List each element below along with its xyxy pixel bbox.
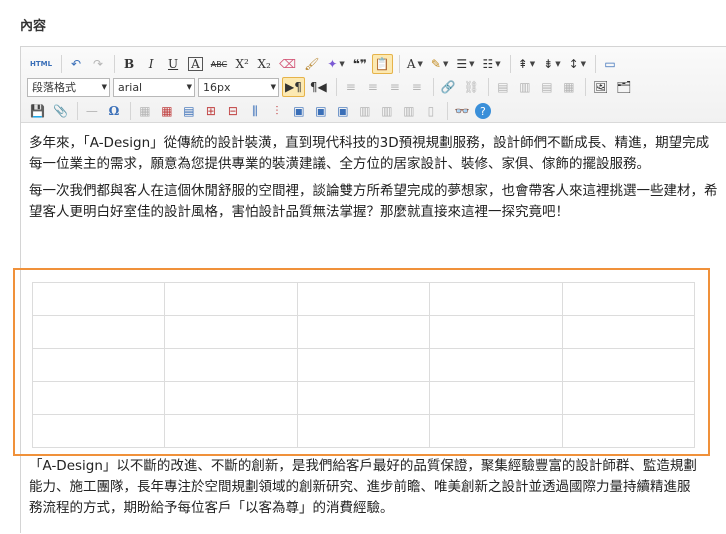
attachment-icon[interactable]: 📎 [50, 101, 71, 121]
special-char-button[interactable]: Ω [104, 101, 124, 121]
paragraph-3: 「A-Design」以不斷的改進、不斷的創新，是我們給客戶最好的品質保證，聚集經… [29, 458, 697, 516]
highlighted-table-region [13, 268, 710, 456]
table-cell[interactable] [31, 348, 166, 382]
strikethrough-button[interactable]: ABC [208, 54, 230, 74]
table-cell[interactable] [31, 282, 166, 316]
horizontal-rule-icon[interactable]: — [82, 101, 102, 121]
html-source-button[interactable]: HTML [27, 54, 55, 74]
unlink-icon[interactable]: ⛓ [461, 77, 482, 97]
redo-icon[interactable]: ↷ [88, 54, 108, 74]
table-cell[interactable] [296, 381, 431, 415]
insert-paragraph-before-table-icon[interactable]: ▤ [179, 101, 199, 121]
table-cell[interactable] [31, 315, 166, 349]
table-cell[interactable] [429, 348, 563, 382]
split-cells-icon[interactable]: ▥ [355, 101, 375, 121]
table-cell[interactable] [296, 315, 431, 349]
paragraph-format-select[interactable]: 段落格式 ▼ [27, 77, 110, 97]
toolbar-row-3: 💾 📎 — Ω ▦ ▦ ▤ ⊞ ⊟ ⫼ ⫶ ▣ ▣ ▣ ▥ ▥ ▥ ▯ 👓 ? [27, 99, 493, 123]
table-cell[interactable] [296, 414, 431, 448]
content-section-label: 內容 [20, 19, 47, 34]
ltr-direction-icon[interactable]: ▶¶ [282, 77, 305, 97]
insert-col-icon[interactable]: ⫼ [245, 101, 265, 121]
help-icon[interactable]: ? [474, 103, 491, 119]
row-spacing-bottom-icon[interactable]: ⇟ ▼ [540, 54, 563, 74]
split-rows-icon[interactable]: ▥ [377, 101, 397, 121]
editor-content[interactable]: 多年來，「A-Design」從傳統的設計裝潢，直到現代科技的3D預視規劃服務，設… [13, 123, 726, 534]
split-cols-icon[interactable]: ▥ [399, 101, 419, 121]
paste-text-icon[interactable]: 📋 [371, 54, 393, 74]
font-border-button[interactable]: A [185, 54, 206, 74]
quote-icon[interactable]: ❝❞ [350, 54, 370, 74]
merge-cells-icon[interactable]: ▣ [289, 101, 309, 121]
link-icon[interactable]: 🔗 [438, 77, 459, 97]
paragraph-2: 每一次我們都與客人在這個休閒舒服的空間裡，談論雙方所希望完成的夢想家，也會帶客人… [29, 183, 718, 220]
insert-multi-image-icon[interactable]: 🗂 [613, 77, 634, 97]
italic-button[interactable]: I [141, 54, 161, 74]
delete-table-icon[interactable]: ▦ [157, 101, 177, 121]
bold-button[interactable]: B [119, 54, 139, 74]
align-justify-icon[interactable]: ≡ [407, 77, 427, 97]
underline-button[interactable]: U [163, 54, 183, 74]
merge-right-icon[interactable]: ▣ [311, 101, 331, 121]
delete-col-icon[interactable]: ⫶ [267, 101, 287, 121]
table-cell[interactable] [429, 315, 563, 349]
table-cell[interactable] [429, 381, 563, 415]
table-cell[interactable] [429, 414, 563, 448]
eraser-icon[interactable]: ⌫ [276, 54, 299, 74]
table-cell[interactable] [561, 348, 696, 382]
table-cell[interactable] [164, 348, 298, 382]
table-cell[interactable] [429, 282, 563, 316]
table-cell[interactable] [561, 414, 696, 448]
font-color-button[interactable]: A ▼ [404, 54, 426, 74]
image-center-icon[interactable]: ▦ [559, 77, 579, 97]
save-icon[interactable]: 💾 [27, 101, 48, 121]
subscript-button[interactable]: X₂ [254, 54, 274, 74]
image-none-icon[interactable]: ▥ [515, 77, 535, 97]
table-cell[interactable] [561, 315, 696, 349]
table-cell[interactable] [164, 315, 298, 349]
delete-row-icon[interactable]: ⊟ [223, 101, 243, 121]
search-replace-icon[interactable]: 👓 [452, 101, 473, 121]
table-cell[interactable] [31, 381, 166, 415]
unordered-list-icon[interactable]: ☷ ▼ [480, 54, 504, 74]
table-cell[interactable] [31, 414, 166, 448]
brush-icon[interactable]: 🖌 [301, 54, 322, 74]
insert-image-icon[interactable]: 🖼 [590, 77, 611, 97]
toolbar-row-2: 段落格式 ▼ arial ▼ 16px ▼ ▶¶ ¶◀ ≡ ≡ ≡ ≡ 🔗 ⛓ ▤ ▥… [27, 75, 636, 99]
undo-icon[interactable]: ↶ [66, 54, 86, 74]
merge-down-icon[interactable]: ▣ [333, 101, 353, 121]
table-cell[interactable] [296, 282, 431, 316]
font-family-select[interactable]: arial ▼ [113, 77, 195, 97]
table-cell[interactable] [164, 414, 298, 448]
rich-text-editor: HTML ↶ ↷ B I U A ABC X² X₂ ⌫ 🖌 ✦ ▼ ❝❞ 📋 A… [13, 46, 726, 534]
line-height-icon[interactable]: ↕ ▼ [566, 54, 589, 74]
ordered-list-icon[interactable]: ☰ ▼ [453, 54, 477, 74]
toolbar-row-1: HTML ↶ ↷ B I U A ABC X² X₂ ⌫ 🖌 ✦ ▼ ❝❞ 📋 A… [27, 52, 622, 76]
table-cell[interactable] [296, 348, 431, 382]
align-center-icon[interactable]: ≡ [363, 77, 383, 97]
table-cell[interactable] [561, 381, 696, 415]
row-spacing-top-icon[interactable]: ⇞ ▼ [515, 54, 538, 74]
paragraph-1: 多年來，「A-Design」從傳統的設計裝潢，直到現代科技的3D預視規劃服務，設… [29, 135, 710, 172]
page-break-icon[interactable]: ▯ [421, 101, 441, 121]
magic-wand-icon[interactable]: ✦ ▼ [324, 54, 347, 74]
highlight-color-icon[interactable]: ✎ ▼ [428, 54, 451, 74]
insert-row-icon[interactable]: ⊞ [201, 101, 221, 121]
align-right-icon[interactable]: ≡ [385, 77, 405, 97]
rtl-direction-icon[interactable]: ¶◀ [307, 77, 330, 97]
editor-toolbar: HTML ↶ ↷ B I U A ABC X² X₂ ⌫ 🖌 ✦ ▼ ❝❞ 📋 A… [21, 47, 726, 123]
font-size-select[interactable]: 16px ▼ [198, 77, 279, 97]
table-cell[interactable] [164, 381, 298, 415]
align-left-icon[interactable]: ≡ [341, 77, 361, 97]
table-cell[interactable] [561, 282, 696, 316]
table-cell[interactable] [164, 282, 298, 316]
fullscreen-icon[interactable]: ▭ [600, 54, 620, 74]
insert-table-icon[interactable]: ▦ [135, 101, 155, 121]
empty-table[interactable] [31, 282, 696, 448]
image-left-icon[interactable]: ▤ [493, 77, 513, 97]
image-right-icon[interactable]: ▤ [537, 77, 557, 97]
superscript-button[interactable]: X² [232, 54, 252, 74]
